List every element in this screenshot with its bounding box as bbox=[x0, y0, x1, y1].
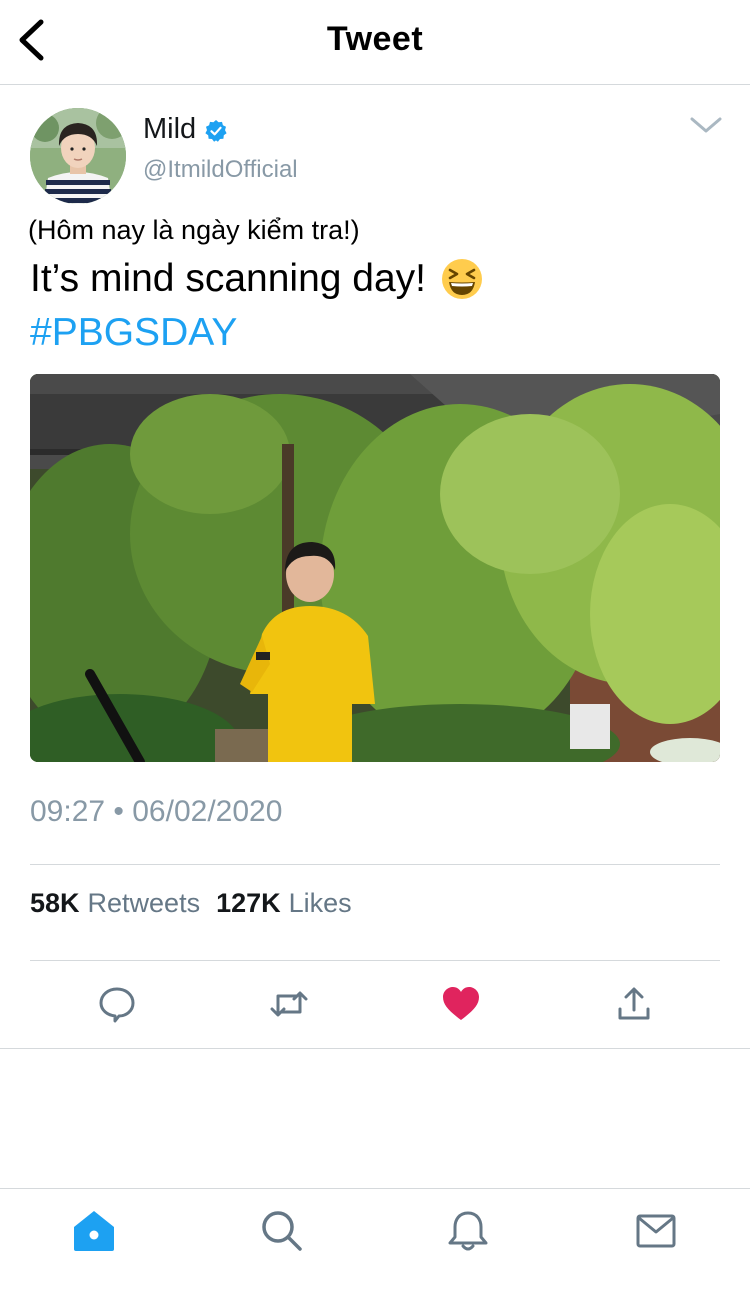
tab-messages[interactable] bbox=[632, 1207, 680, 1255]
tweet-text-line: (Hôm nay là ngày kiểm tra!) bbox=[28, 215, 360, 245]
reply-icon bbox=[99, 987, 135, 1023]
retweets-label: Retweets bbox=[87, 888, 201, 918]
retweets-count: 58K bbox=[30, 888, 80, 918]
divider bbox=[30, 864, 720, 865]
tweet-timestamp: 09:27 • 06/02/2020 bbox=[30, 795, 283, 828]
divider bbox=[30, 960, 720, 961]
search-icon bbox=[262, 1211, 302, 1251]
tweet-text: It’s mind scanning day! bbox=[30, 257, 426, 300]
likes-stat[interactable]: 127K Likes bbox=[216, 888, 352, 919]
tweet-options-button[interactable] bbox=[688, 113, 724, 137]
share-button[interactable] bbox=[612, 982, 656, 1026]
grinning-squinting-face-icon bbox=[440, 257, 484, 301]
home-icon bbox=[74, 1211, 114, 1251]
tab-search[interactable] bbox=[258, 1207, 306, 1255]
retweet-icon bbox=[270, 991, 308, 1017]
reply-button[interactable] bbox=[95, 982, 139, 1026]
verified-badge-icon bbox=[204, 118, 228, 142]
messages-icon bbox=[636, 1214, 676, 1248]
tweet-stats: 58K Retweets 127K Likes bbox=[30, 888, 352, 919]
author-handle[interactable]: @ItmildOfficial bbox=[143, 156, 298, 184]
likes-label: Likes bbox=[288, 888, 352, 918]
avatar-image bbox=[30, 108, 126, 204]
divider bbox=[0, 1048, 750, 1049]
photo-image bbox=[30, 374, 720, 762]
chevron-down-icon bbox=[690, 117, 722, 133]
tab-notifications[interactable] bbox=[444, 1207, 492, 1255]
author-display-name[interactable]: Mild bbox=[143, 113, 228, 146]
retweet-button[interactable] bbox=[267, 982, 311, 1026]
tab-home[interactable] bbox=[70, 1207, 118, 1255]
author-name-text: Mild bbox=[143, 113, 197, 145]
page-title: Tweet bbox=[326, 20, 424, 58]
like-button[interactable] bbox=[439, 982, 483, 1026]
notifications-icon bbox=[448, 1211, 488, 1251]
like-icon bbox=[443, 987, 479, 1020]
hashtag-link[interactable]: #PBGSDAY bbox=[30, 311, 237, 355]
likes-count: 127K bbox=[216, 888, 281, 918]
share-icon bbox=[618, 987, 650, 1020]
avatar[interactable] bbox=[30, 108, 126, 204]
retweets-stat[interactable]: 58K Retweets bbox=[30, 888, 200, 919]
tweet-photo[interactable] bbox=[30, 374, 720, 762]
top-nav-bar: Tweet bbox=[0, 0, 750, 85]
tweet-text-main: It’s mind scanning day! bbox=[30, 257, 484, 301]
bottom-tab-bar bbox=[0, 1188, 750, 1290]
